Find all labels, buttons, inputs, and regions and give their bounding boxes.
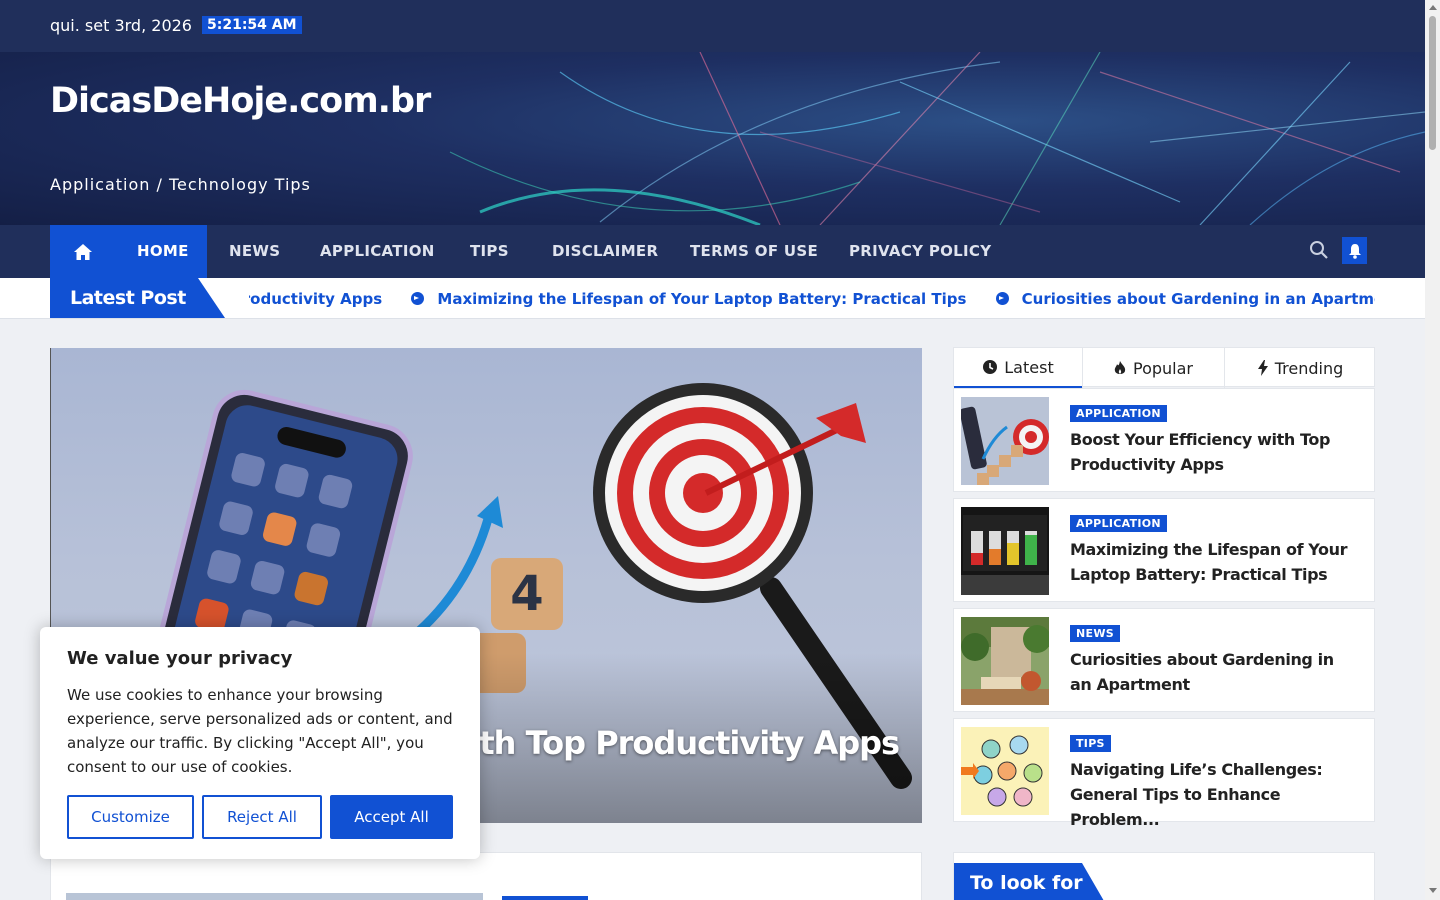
- circle-arrow-icon: [411, 292, 425, 305]
- post-title[interactable]: Maximizing the Lifespan of Your Laptop B…: [1070, 537, 1350, 587]
- post-category-badge[interactable]: NEWS: [1070, 625, 1120, 642]
- nav-item-news[interactable]: NEWS: [229, 242, 280, 260]
- reject-all-button[interactable]: Reject All: [202, 795, 322, 839]
- post-card[interactable]: [50, 852, 922, 900]
- nav-item-application[interactable]: APPLICATION: [320, 242, 435, 260]
- nav-item-disclaimer[interactable]: DISCLAIMER: [552, 242, 658, 260]
- tab-popular[interactable]: Popular: [1082, 348, 1224, 388]
- tab-latest-label: Latest: [1004, 357, 1054, 377]
- post-thumbnail: [961, 507, 1049, 595]
- post-category-badge[interactable]: APPLICATION: [1070, 405, 1167, 422]
- current-date: qui. set 3rd, 2026: [50, 16, 192, 35]
- post-title[interactable]: Curiosities about Gardening in an Apartm…: [1070, 647, 1350, 697]
- latest-post-ticker: Latest Post Boost Your Efficiency with T…: [0, 278, 1425, 319]
- search-widget: To look for: [953, 852, 1375, 900]
- bolt-icon: [1257, 360, 1268, 376]
- post-card-image: [66, 893, 483, 900]
- accept-all-button[interactable]: Accept All: [330, 795, 453, 839]
- scroll-up-icon[interactable]: [1429, 5, 1437, 10]
- current-time: 5:21:54 AM: [202, 16, 302, 34]
- tab-latest[interactable]: Latest: [954, 348, 1082, 388]
- ticker-item[interactable]: Maximizing the Lifespan of Your Laptop B…: [437, 290, 966, 308]
- search-icon[interactable]: [1309, 240, 1329, 260]
- site-tagline: Application / Technology Tips: [50, 175, 311, 194]
- home-icon: [73, 243, 92, 260]
- circle-arrow-icon: [995, 292, 1009, 305]
- notification-button[interactable]: [1342, 237, 1367, 264]
- site-title[interactable]: DicasDeHoje.com.br: [50, 79, 431, 123]
- tab-trending[interactable]: Trending: [1224, 348, 1376, 388]
- post-category-badge[interactable]: APPLICATION: [1070, 515, 1167, 532]
- home-icon-button[interactable]: [50, 225, 115, 278]
- customize-button[interactable]: Customize: [67, 795, 194, 839]
- main-navigation: HOME NEWS APPLICATION TIPS DISCLAIMER TE…: [0, 225, 1425, 278]
- sidebar-post[interactable]: APPLICATION Maximizing the Lifespan of Y…: [953, 498, 1375, 602]
- post-title[interactable]: Navigating Life’s Challenges: General Ti…: [1070, 757, 1350, 832]
- post-thumbnail: [961, 397, 1049, 485]
- cookie-consent-banner: We value your privacy We use cookies to …: [40, 627, 480, 859]
- nav-item-tips[interactable]: TIPS: [470, 242, 509, 260]
- svg-text:4: 4: [510, 566, 543, 622]
- ticker-item[interactable]: Boost Your Efficiency with Top Productiv…: [249, 290, 382, 308]
- cookie-description: We use cookies to enhance your browsing …: [67, 686, 453, 776]
- scrollbar-thumb[interactable]: [1429, 16, 1436, 150]
- ticker-track: Boost Your Efficiency with Top Productiv…: [249, 289, 1375, 311]
- cookie-heading: We value your privacy: [67, 648, 293, 669]
- page-scrollbar[interactable]: [1425, 0, 1440, 900]
- post-card-category[interactable]: [502, 896, 588, 900]
- widget-title: To look for: [970, 872, 1083, 894]
- tab-trending-label: Trending: [1274, 358, 1344, 378]
- bell-icon: [1348, 243, 1361, 259]
- sidebar-post[interactable]: APPLICATION Boost Your Efficiency with T…: [953, 388, 1375, 492]
- nav-item-home[interactable]: HOME: [137, 242, 189, 260]
- sidebar-post[interactable]: NEWS Curiosities about Gardening in an A…: [953, 608, 1375, 712]
- tab-popular-label: Popular: [1133, 358, 1193, 378]
- nav-item-terms-of-use[interactable]: TERMS OF USE: [690, 242, 818, 260]
- post-category-badge[interactable]: TIPS: [1070, 735, 1111, 752]
- sidebar-tabs: Latest Popular Trending: [953, 347, 1376, 388]
- post-thumbnail: [961, 617, 1049, 705]
- flame-icon: [1114, 361, 1126, 374]
- sidebar-post[interactable]: TIPS Navigating Life’s Challenges: Gener…: [953, 718, 1375, 829]
- ticker-label: Latest Post: [70, 287, 186, 309]
- clock-icon: [983, 360, 998, 374]
- scroll-down-icon[interactable]: [1429, 888, 1437, 893]
- site-header: DicasDeHoje.com.br Application / Technol…: [0, 52, 1425, 225]
- top-bar: qui. set 3rd, 2026 5:21:54 AM: [0, 0, 1425, 52]
- nav-item-privacy-policy[interactable]: PRIVACY POLICY: [849, 242, 991, 260]
- header-background-image: [449, 52, 1425, 225]
- post-thumbnail: [961, 727, 1049, 815]
- post-title[interactable]: Boost Your Efficiency with Top Productiv…: [1070, 427, 1350, 477]
- ticker-item[interactable]: Curiosities about Gardening in an Apartm…: [1022, 290, 1375, 308]
